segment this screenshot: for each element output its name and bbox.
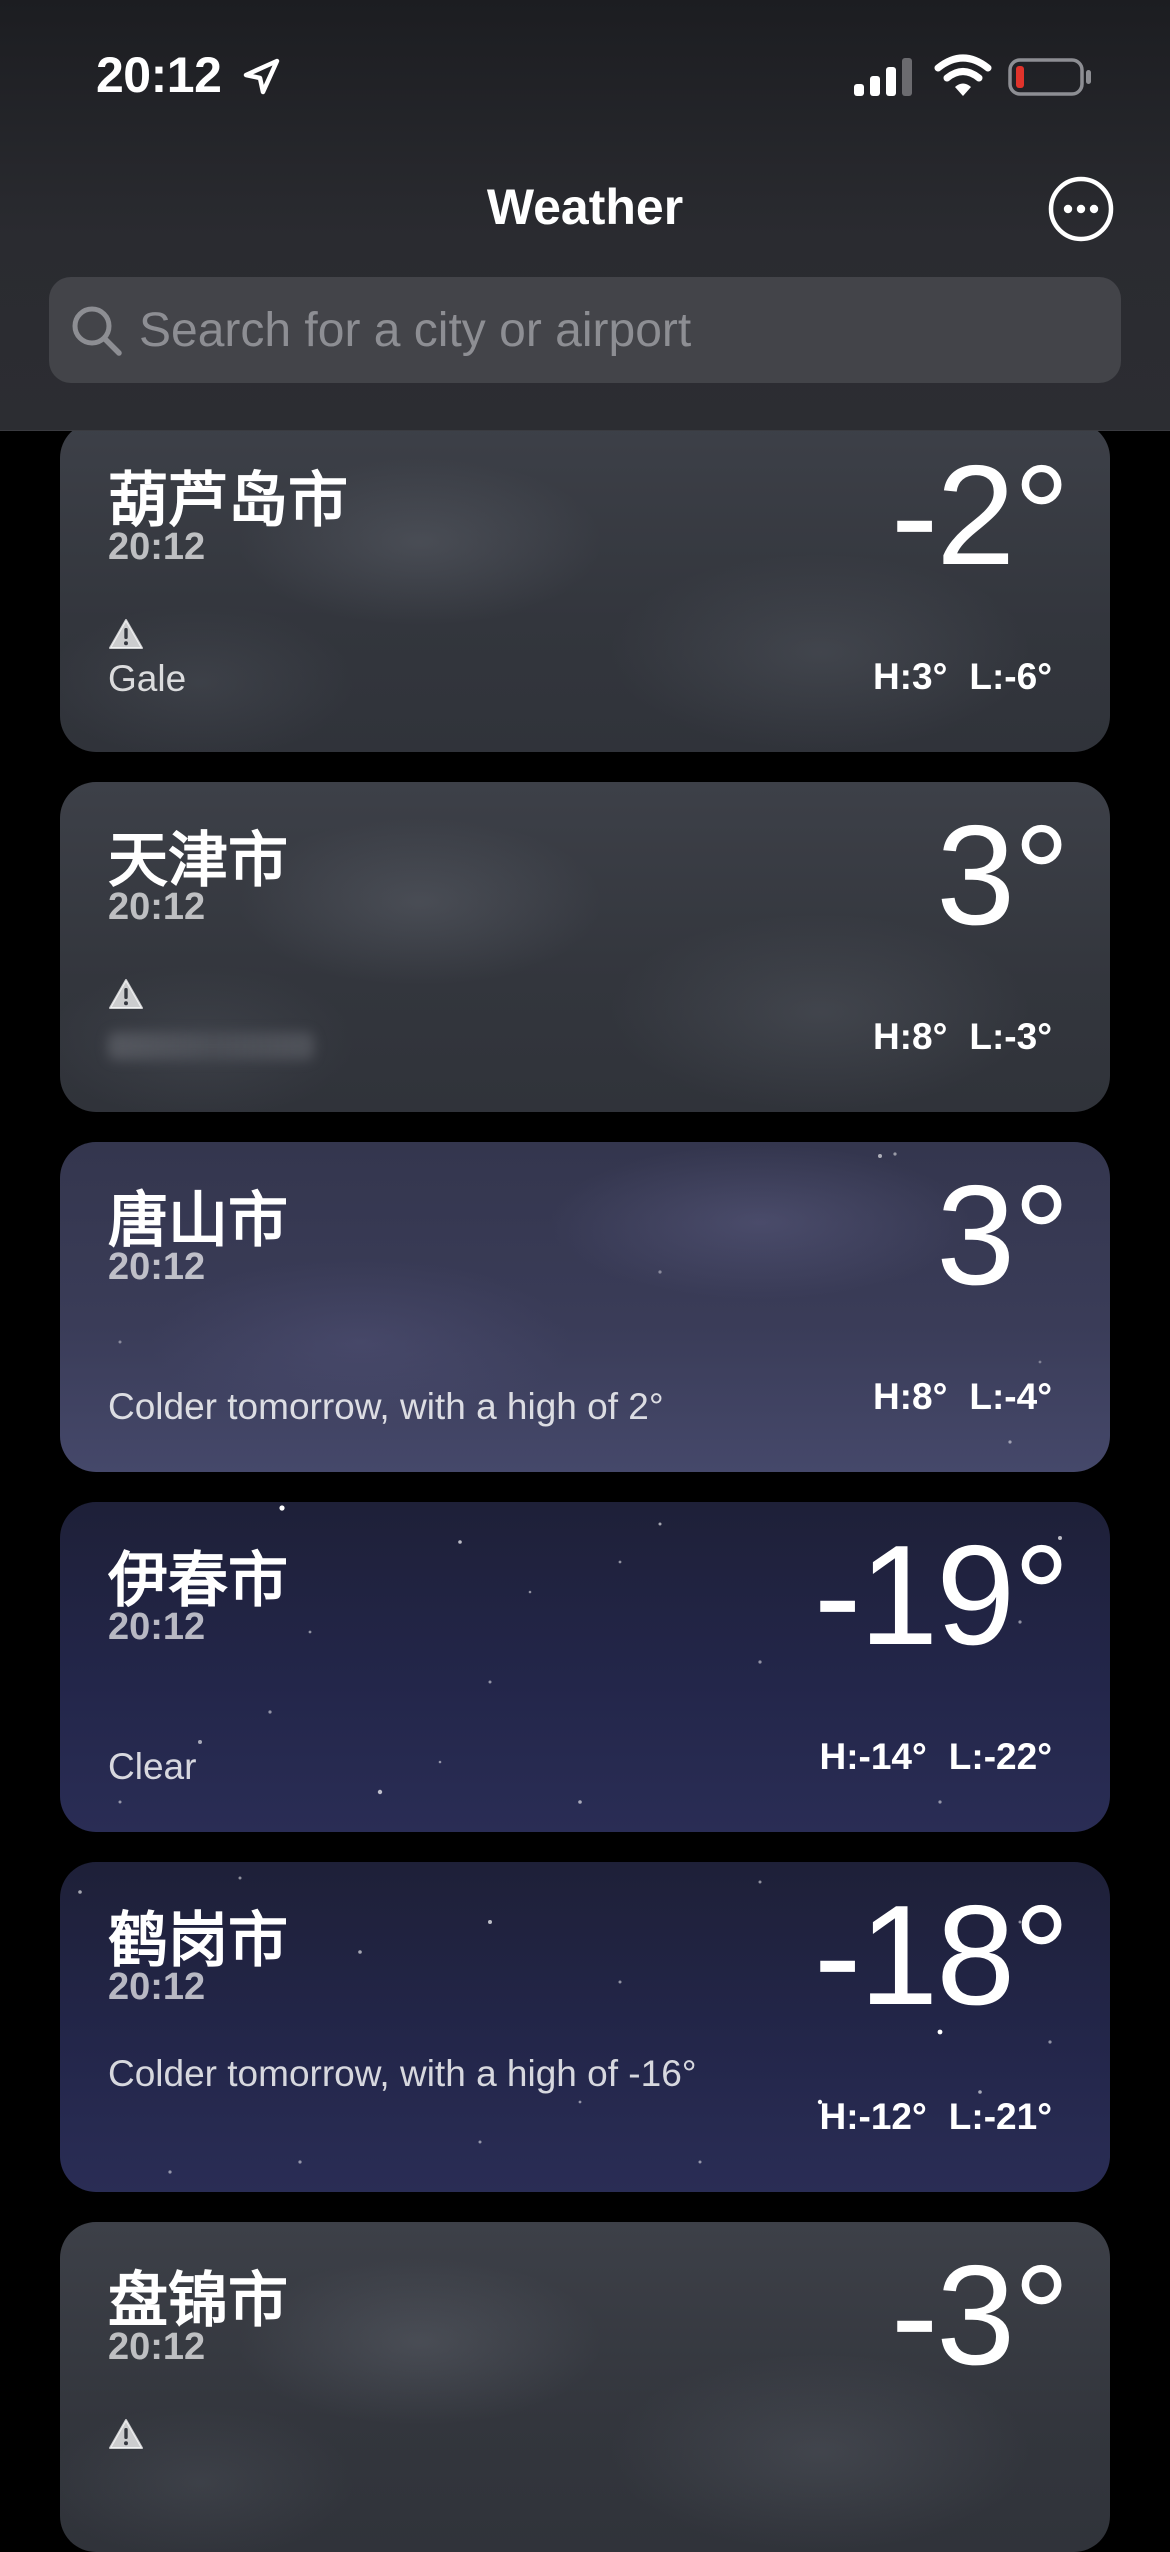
status-bar: 20:12 xyxy=(0,0,1170,150)
high-temp: H:-12° xyxy=(819,2096,927,2137)
high-low-temps: H:3° L:-6° xyxy=(873,656,1052,698)
current-temperature: -19° xyxy=(813,1516,1070,1675)
search-icon xyxy=(72,306,122,356)
high-temp: H:8° xyxy=(872,1376,948,1417)
high-low-temps: H:-14° L:-22° xyxy=(819,1736,1052,1778)
page-title: Weather xyxy=(486,179,684,235)
ellipsis-circle-icon[interactable] xyxy=(1047,175,1115,243)
weather-condition: Gale xyxy=(108,658,187,699)
location-arrow-icon xyxy=(243,58,280,95)
warning-icon xyxy=(109,619,143,649)
current-temperature: 3° xyxy=(936,1156,1070,1315)
warning-icon xyxy=(109,979,143,1009)
city-local-time: 20:12 xyxy=(108,886,206,928)
high-low-temps: H:8° L:-3° xyxy=(873,1016,1052,1058)
city-local-time: 20:12 xyxy=(108,1606,206,1648)
warning-icon xyxy=(109,2419,143,2449)
city-card[interactable]: 唐山市 20:12 3° Colder tomorrow, with a hig… xyxy=(60,1142,1110,1472)
battery-low-icon xyxy=(1008,58,1091,96)
low-temp: L:-3° xyxy=(969,1016,1052,1057)
status-time: 20:12 xyxy=(96,47,222,103)
wifi-icon xyxy=(934,54,992,96)
low-temp: L:-21° xyxy=(948,2096,1052,2137)
low-temp: L:-4° xyxy=(969,1376,1052,1417)
city-local-time: 20:12 xyxy=(108,1246,206,1288)
high-low-temps: H:8° L:-4° xyxy=(873,1376,1052,1418)
weather-condition: Clear xyxy=(108,1746,197,1787)
city-card[interactable]: 葫芦岛市 20:12 -2° Gale H:3° L:-6° xyxy=(60,422,1110,752)
high-temp: H:-14° xyxy=(819,1736,927,1777)
high-low-temps: H:-12° L:-21° xyxy=(819,2096,1052,2138)
low-temp: L:-6° xyxy=(969,656,1052,697)
city-card[interactable]: 天津市 20:12 3° H:8° L:-3° xyxy=(60,782,1110,1112)
high-temp: H:8° xyxy=(872,1016,948,1057)
city-card[interactable]: 鹤岗市 20:12 -18° Colder tomorrow, with a h… xyxy=(60,1862,1110,2192)
current-temperature: -3° xyxy=(890,2236,1070,2395)
city-local-time: 20:12 xyxy=(108,526,206,568)
weather-condition-obscured xyxy=(108,1032,314,1060)
weather-condition: Colder tomorrow, with a high of 2° xyxy=(108,1386,664,1427)
current-temperature: -2° xyxy=(890,436,1070,595)
search-bar[interactable] xyxy=(49,277,1121,383)
weather-condition: Colder tomorrow, with a high of -16° xyxy=(108,2053,697,2094)
city-local-time: 20:12 xyxy=(108,2326,206,2368)
city-local-time: 20:12 xyxy=(108,1966,206,2008)
current-temperature: 3° xyxy=(936,796,1070,955)
city-card[interactable]: 伊春市 20:12 -19° Clear H:-14° L:-22° xyxy=(60,1502,1110,1832)
high-temp: H:3° xyxy=(872,656,948,697)
search-input[interactable] xyxy=(139,277,1099,383)
current-temperature: -18° xyxy=(813,1876,1070,2035)
city-card[interactable]: 盘锦市 20:12 -3° xyxy=(60,2222,1110,2552)
cellular-signal-icon xyxy=(854,58,912,96)
low-temp: L:-22° xyxy=(948,1736,1052,1777)
